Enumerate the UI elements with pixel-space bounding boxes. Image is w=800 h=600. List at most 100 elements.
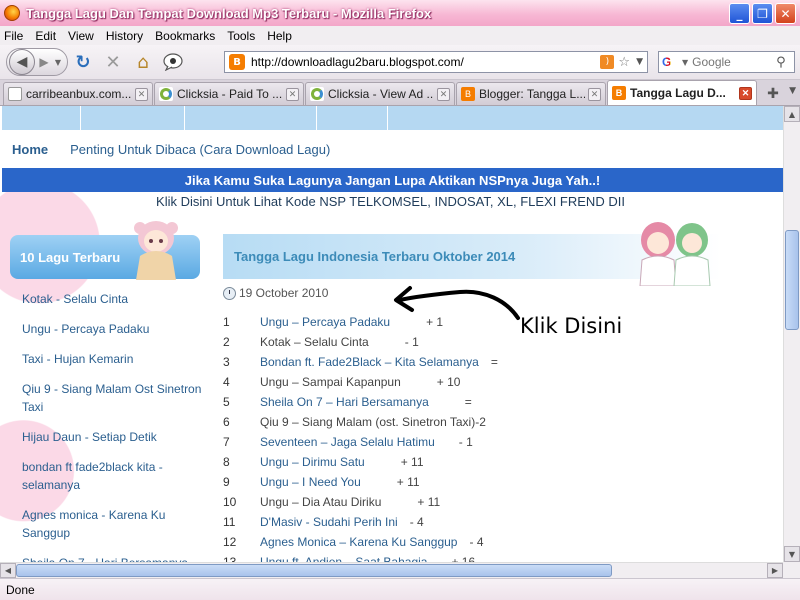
anime-girl-illustration <box>134 221 178 280</box>
search-input[interactable] <box>692 55 777 69</box>
status-text: Done <box>6 582 35 597</box>
arrow-left-icon: ◀ <box>16 54 28 70</box>
sidebar-song-link[interactable]: Qiu 9 - Siang Malam Ost Sinetron Taxi <box>22 380 202 416</box>
menu-bookmarks[interactable]: Bookmarks <box>155 29 215 43</box>
close-tab-icon[interactable]: ✕ <box>739 86 752 100</box>
close-tab-icon[interactable]: ✕ <box>437 87 450 101</box>
table-row: 12 Agnes Monica – Karena Ku Sanggup - 4 <box>223 532 498 552</box>
close-tab-icon[interactable]: ✕ <box>286 87 299 101</box>
scroll-up-button[interactable]: ▲ <box>784 106 800 122</box>
sidebar-song-link[interactable]: Taxi - Hujan Kemarin <box>22 350 202 368</box>
menu-history[interactable]: History <box>106 29 143 43</box>
minimize-button[interactable]: _ <box>729 3 750 24</box>
song-title-link[interactable]: Sheila On 7 – Hari Bersamanya <box>260 395 429 409</box>
home-link[interactable]: Home <box>12 142 48 157</box>
chat-addon-button[interactable] <box>158 49 188 75</box>
reload-icon: ↻ <box>75 51 91 73</box>
song-title-link[interactable]: D'Masiv - Sudahi Perih Ini <box>260 515 398 529</box>
song-chart-table: 1 Ungu – Percaya Padaku + 1 2 Kotak – Selalu… <box>223 312 498 562</box>
song-title-link[interactable]: Agnes Monica – Karena Ku Sanggup <box>260 535 457 549</box>
song-title-link[interactable]: Ungu ft. Andien – Saat Bahagia <box>260 555 427 562</box>
nsp-banner: Jika Kamu Suka Lagunya Jangan Lupa Aktik… <box>2 168 783 192</box>
rss-feed-icon[interactable]: ) <box>600 55 615 69</box>
table-row: 9 Ungu – I Need You + 11 <box>223 472 498 492</box>
speech-bubble-icon <box>163 53 183 71</box>
close-tab-icon[interactable]: ✕ <box>588 87 601 101</box>
song-rank: 7 <box>223 435 230 449</box>
menu-view[interactable]: View <box>68 29 94 43</box>
rank-change: - 4 <box>409 515 424 529</box>
song-title-link[interactable]: Seventeen – Jaga Selalu Hatimu <box>260 435 435 449</box>
url-text[interactable]: http://downloadlagu2baru.blogspot.com/ <box>251 55 600 69</box>
menu-edit[interactable]: Edit <box>35 29 56 43</box>
tab-label: Clicksia - View Ad ... <box>328 87 434 101</box>
sidebar-song-link[interactable]: bondan ft fade2black kita - selamanya <box>22 458 202 494</box>
window-titlebar: Tangga Lagu Dan Tempat Download Mp3 Terb… <box>0 0 800 26</box>
song-title-link[interactable]: Ungu – Dirimu Satu <box>260 455 365 469</box>
table-row: 3 Bondan ft. Fade2Black – Kita Selamanya = <box>223 352 498 372</box>
scroll-left-button[interactable]: ◀ <box>0 563 16 578</box>
sidebar-song-link[interactable]: Agnes monica - Karena Ku Sanggup <box>22 506 202 542</box>
song-rank: 1 <box>223 315 230 329</box>
google-engine-icon[interactable]: G <box>662 55 678 69</box>
nav-separator <box>184 106 185 130</box>
scroll-down-button[interactable]: ▼ <box>784 546 800 562</box>
tab-label: Clicksia - Paid To ... <box>177 87 283 101</box>
maximize-button[interactable]: ❐ <box>752 3 773 24</box>
close-tab-icon[interactable]: ✕ <box>135 87 148 101</box>
song-title-link: Kotak – Selalu Cinta <box>260 335 369 349</box>
sidebar-song-link[interactable]: Sheila On 7 - Hari Bersamanya <box>22 554 202 562</box>
new-tab-button[interactable]: ✚ <box>762 83 784 105</box>
sidebar-song-link[interactable]: Hijau Daun - Setiap Detik <box>22 428 202 446</box>
tab-clicksia-view[interactable]: Clicksia - View Ad ... ✕ <box>305 82 455 105</box>
horizontal-scroll-thumb[interactable] <box>16 564 612 577</box>
how-to-download-link[interactable]: Penting Untuk Dibaca (Cara Download Lagu… <box>70 142 330 157</box>
window-controls: _ ❐ ✕ <box>729 3 796 24</box>
rank-change: + 11 <box>400 455 424 469</box>
back-forward-group: ◀ ▶ ▼ <box>6 48 68 76</box>
rank-change: = <box>464 395 472 409</box>
song-title-link[interactable]: Bondan ft. Fade2Black – Kita Selamanya <box>260 355 479 369</box>
tab-blogger[interactable]: B Blogger: Tangga L... ✕ <box>456 82 606 105</box>
home-button[interactable]: ⌂ <box>128 49 158 75</box>
menu-help[interactable]: Help <box>267 29 292 43</box>
rank-change: 2 <box>479 415 486 429</box>
song-rank: 8 <box>223 455 230 469</box>
reload-button[interactable]: ↻ <box>68 49 98 75</box>
vertical-scrollbar[interactable]: ▲ ▼ <box>783 106 800 562</box>
address-bar[interactable]: B http://downloadlagu2baru.blogspot.com/… <box>224 51 648 73</box>
search-icon[interactable]: ⚲ <box>776 55 786 70</box>
song-title-link[interactable]: Ungu – I Need You <box>260 475 361 489</box>
forward-button[interactable]: ▶ <box>35 55 53 69</box>
post-date-text: 19 October 2010 <box>239 286 329 300</box>
nav-separator <box>80 106 81 130</box>
song-rank: 10 <box>223 495 237 509</box>
rank-change: + 10 <box>436 375 461 389</box>
nsp-code-link[interactable]: Klik Disini Untuk Lihat Kode NSP TELKOMS… <box>0 194 781 209</box>
page-content: Home Penting Untuk Dibaca (Cara Download… <box>0 106 783 562</box>
tab-tangga-lagu[interactable]: B Tangga Lagu D... ✕ <box>607 80 757 105</box>
vertical-scroll-thumb[interactable] <box>785 230 799 330</box>
engine-dropdown-icon[interactable]: ▼ <box>682 58 688 67</box>
stop-button[interactable]: ✕ <box>98 49 128 75</box>
horizontal-scrollbar[interactable]: ◀ ▶ <box>0 562 783 578</box>
post-title[interactable]: Tangga Lagu Indonesia Terbaru Oktober 20… <box>234 249 515 264</box>
song-title-link[interactable]: Ungu – Percaya Padaku <box>260 315 390 329</box>
back-button[interactable]: ◀ <box>9 49 35 75</box>
tab-clicksia-paid[interactable]: Clicksia - Paid To ... ✕ <box>154 82 304 105</box>
blogger-favicon-icon: B <box>229 54 245 70</box>
bookmark-star-icon[interactable]: ☆ <box>618 55 630 70</box>
close-window-button[interactable]: ✕ <box>775 3 796 24</box>
nav-separator <box>316 106 317 130</box>
menu-file[interactable]: File <box>4 29 23 43</box>
table-row: 7 Seventeen – Jaga Selalu Hatimu - 1 <box>223 432 498 452</box>
sidebar-song-link[interactable]: Kotak - Selalu Cinta <box>22 290 202 308</box>
tab-list-button[interactable]: ▼ <box>789 86 796 96</box>
scroll-right-button[interactable]: ▶ <box>767 563 783 578</box>
click-here-annotation: Klik Disini <box>520 314 623 338</box>
url-history-dropdown-icon[interactable]: ▼ <box>636 57 643 67</box>
sidebar-song-link[interactable]: Ungu - Percaya Padaku <box>22 320 202 338</box>
history-dropdown-button[interactable]: ▼ <box>53 58 63 67</box>
tab-carribeanbux[interactable]: carribeanbux.com... ✕ <box>3 82 153 105</box>
menu-tools[interactable]: Tools <box>227 29 255 43</box>
